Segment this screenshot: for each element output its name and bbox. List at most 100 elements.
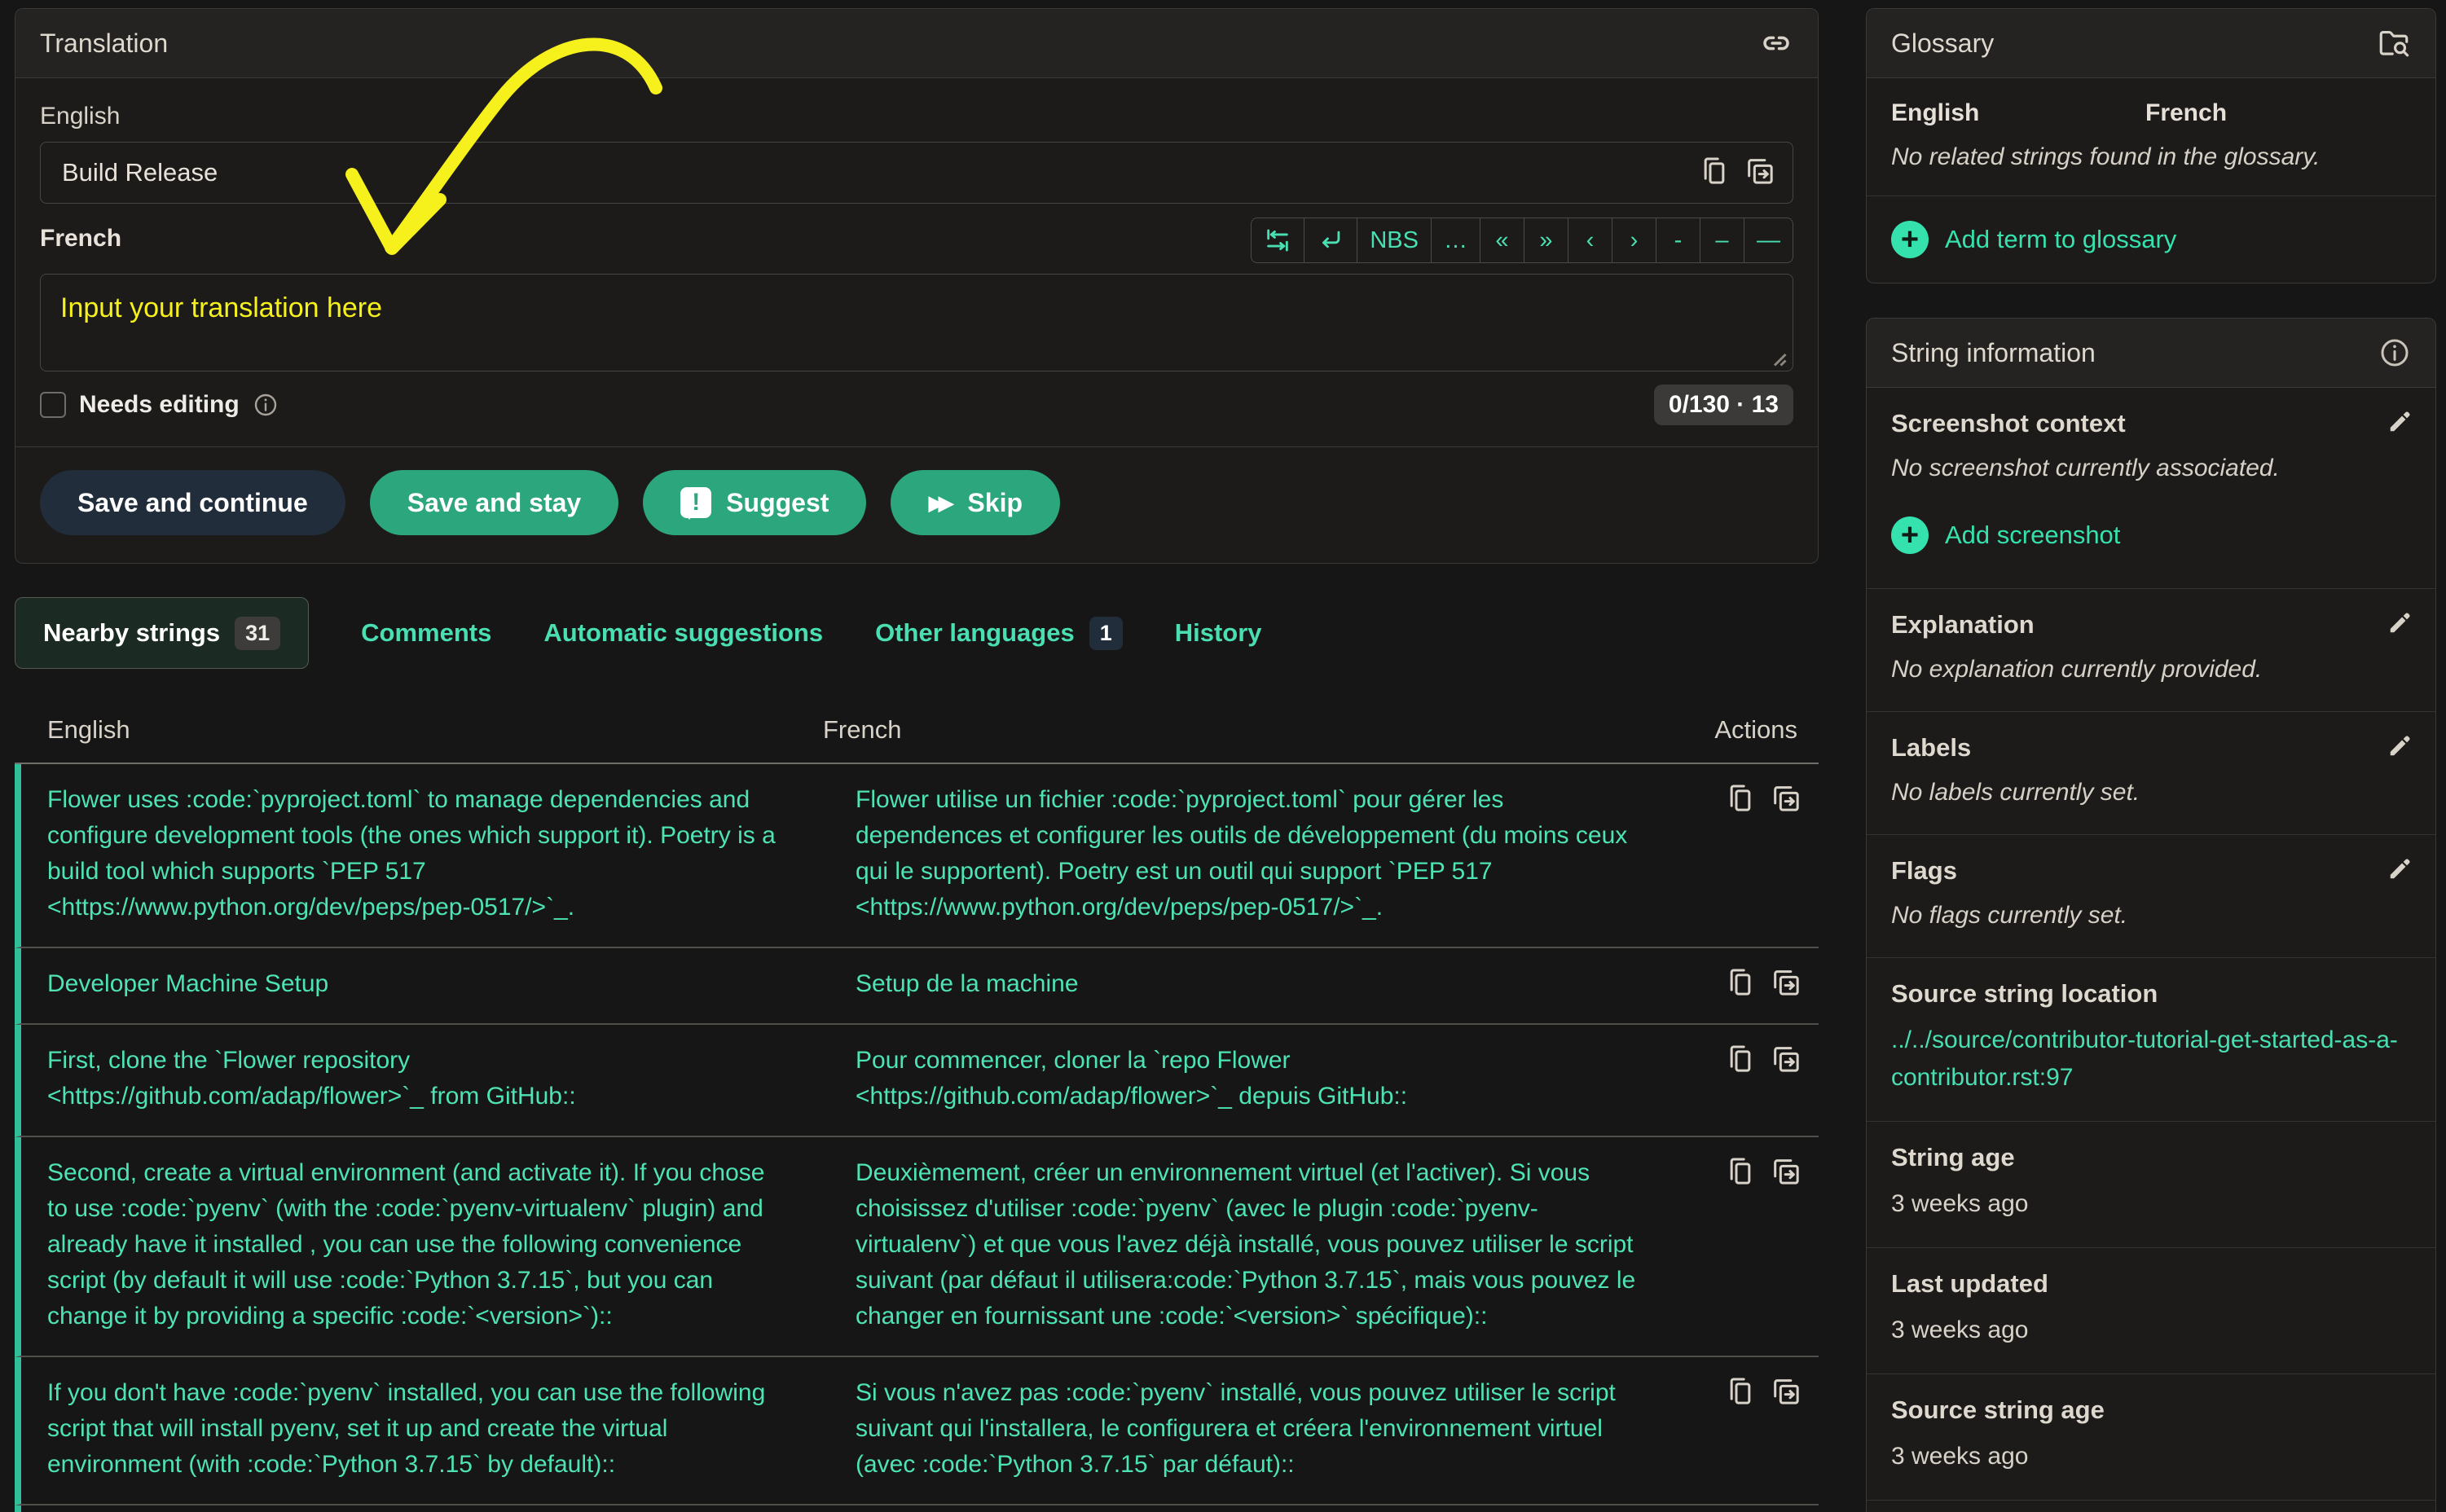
string-information-panel: String information Screenshot context No… [1866,318,2436,1512]
string-info-source-string-location: Source string location../../source/contr… [1867,958,2435,1122]
copy-icon[interactable] [1724,782,1757,815]
edit-screenshot-context-button[interactable] [2385,407,2414,441]
source-string-cell: Flower uses :code:`pyproject.toml` to ma… [47,782,856,925]
translation-panel-title: Translation [40,29,168,59]
nearby-strings-table: English French Actions Flower uses :code… [15,704,1819,1512]
translation-panel-header: Translation [15,9,1818,78]
copy-to-translation-icon[interactable] [1770,782,1802,815]
section-title: Labels [1891,733,2411,763]
info-icon[interactable] [253,392,279,418]
nearby-string-row[interactable]: First, clone the `Flower repository <htt… [15,1025,1819,1137]
edit-flags-button[interactable] [2385,855,2414,888]
source-string-cell: First, clone the `Flower repository <htt… [47,1043,856,1114]
nearby-string-row[interactable]: Flower uses :code:`pyproject.toml` to ma… [15,764,1819,948]
insert-char-button[interactable]: « [1480,218,1524,262]
add-screenshot-button[interactable]: +Add screenshot [1891,516,2411,554]
tab-history[interactable]: History [1175,618,1262,648]
glossary-header: Glossary [1867,9,2435,78]
save-and-stay-button[interactable]: Save and stay [370,470,618,535]
tab-comments[interactable]: Comments [361,618,491,648]
copy-to-translation-icon[interactable] [1770,966,1802,999]
source-string-location-link[interactable]: ../../source/contributor-tutorial-get-st… [1891,1026,2398,1091]
source-string-cell: Developer Machine Setup [47,966,856,1002]
needs-editing-label: Needs editing [79,391,240,419]
glossary-source-header: English [1891,99,2145,127]
glossary-column-headers: English French [1867,78,2435,132]
section-note: No explanation currently provided. [1891,653,2411,687]
string-info-explanation: Explanation No explanation currently pro… [1867,589,2435,712]
tab-label: Nearby strings [43,618,220,648]
source-string-value: Build Release [62,158,218,187]
nearby-string-row[interactable]: If you don't have :code:`pyenv` installe… [15,1357,1819,1505]
table-header: English French Actions [15,704,1819,764]
row-actions [1678,1155,1819,1334]
copy-icon[interactable] [1724,1043,1757,1075]
save-and-continue-button[interactable]: Save and continue [40,470,345,535]
string-info-last-updated: Last updated3 weeks ago [1867,1248,2435,1374]
string-info-header: String information [1867,319,2435,388]
insert-newline-button[interactable] [1304,218,1357,262]
tab-other-languages[interactable]: Other languages1 [875,617,1123,650]
edit-explanation-button[interactable] [2385,609,2414,642]
action-buttons: Save and continue Save and stay !Suggest ▶▶… [15,446,1818,563]
resize-handle[interactable] [1765,345,1789,369]
skip-button[interactable]: ▶▶Skip [891,470,1060,535]
character-counter: 0/130 · 13 [1654,385,1793,425]
needs-editing-checkbox[interactable] [40,392,66,418]
insert-char-button[interactable]: ‹ [1568,218,1612,262]
insert-char-button[interactable]: NBS [1357,218,1431,262]
translated-string-cell: Flower utilise un fichier :code:`pyproje… [856,782,1678,925]
copy-to-translation-icon[interactable] [1770,1155,1802,1188]
edit-pencil-icon [2385,609,2414,638]
insert-char-button[interactable]: - [1656,218,1700,262]
section-note: No flags currently set. [1891,899,2411,933]
copy-icon[interactable] [1724,1375,1757,1408]
source-string-actions [1698,155,1776,187]
add-term-to-glossary-button[interactable]: + Add term to glossary [1867,196,2435,283]
copy-to-translation-icon[interactable] [1770,1375,1802,1408]
target-language-row: French [40,217,1793,264]
insert-char-button[interactable]: — [1744,218,1793,262]
tab-automatic-suggestions[interactable]: Automatic suggestions [543,618,823,648]
edit-labels-button[interactable] [2385,732,2414,765]
format-toolbar: NBS…«»‹›-–— [1251,218,1793,263]
sidebar: Glossary English French No related strin… [1866,8,2436,1512]
string-info-translation-file: Translation filedoc/locales/fr/LC_MESSAG… [1867,1501,2435,1512]
source-string-field[interactable]: Build Release [40,142,1793,204]
source-string-cell: Second, create a virtual environment (an… [47,1155,856,1334]
section-title: Flags [1891,856,2411,886]
browse-glossary-icon[interactable] [2377,26,2411,60]
insert-char-button[interactable]: » [1524,218,1568,262]
weblate-translate-page: Translation English Build Release [0,0,2446,1512]
row-actions [1678,1043,1819,1114]
suggest-button[interactable]: !Suggest [643,470,866,535]
nearby-string-row[interactable]: Third, install the Flower package in dev… [15,1505,1819,1512]
insert-char-button[interactable]: › [1612,218,1656,262]
insert-char-button[interactable]: – [1700,218,1744,262]
tab-nearby-strings[interactable]: Nearby strings31 [15,597,309,669]
button-label: Skip [967,488,1023,518]
copy-icon[interactable] [1698,155,1731,187]
info-icon[interactable] [2378,336,2411,369]
detail-tabs: Nearby strings31 Comments Automatic sugges… [15,596,1819,670]
copy-icon[interactable] [1724,966,1757,999]
column-header-source: English [47,715,823,745]
source-language-label: English [40,103,1793,130]
row-actions [1678,966,1819,1002]
copy-to-translation-icon[interactable] [1744,155,1776,187]
copy-icon[interactable] [1724,1155,1757,1188]
translation-textarea[interactable]: Input your translation here [40,274,1793,371]
translation-panel: Translation English Build Release [15,8,1819,564]
needs-editing-row: Needs editing 0/130 · 13 [40,385,1793,446]
section-title: Source string age [1891,1396,2411,1425]
insert-tab-button[interactable] [1252,218,1304,262]
copy-to-translation-icon[interactable] [1770,1043,1802,1075]
nearby-string-row[interactable]: Developer Machine SetupSetup de la machi… [15,948,1819,1025]
edit-pencil-icon [2385,732,2414,761]
insert-char-button[interactable]: … [1431,218,1480,262]
glossary-panel: Glossary English French No related strin… [1866,8,2436,284]
nearby-string-row[interactable]: Second, create a virtual environment (an… [15,1137,1819,1357]
plus-icon: + [1891,516,1929,554]
permalink-icon[interactable] [1759,26,1793,60]
string-info-labels: Labels No labels currently set. [1867,712,2435,835]
